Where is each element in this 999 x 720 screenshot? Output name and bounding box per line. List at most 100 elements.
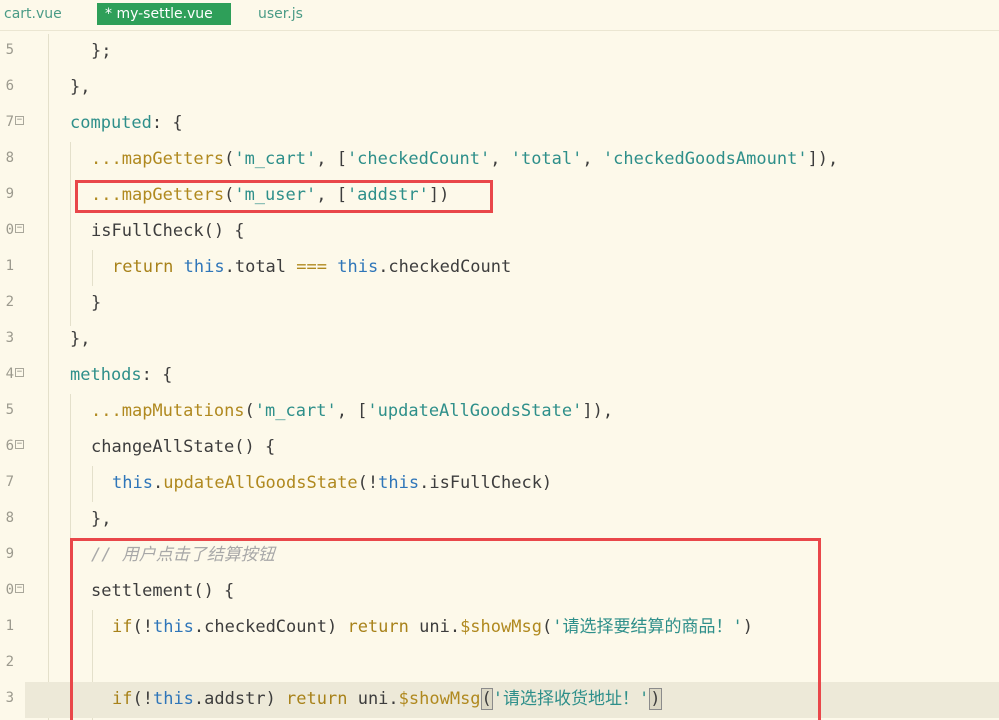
code-line[interactable]: 9 ...mapGetters('m_user', ['addstr']) — [0, 178, 999, 214]
line-number: 8 — [5, 510, 14, 526]
code-token: 'm_cart' — [254, 401, 337, 421]
code-token: mapGetters — [121, 185, 225, 205]
code-token: } — [91, 293, 102, 313]
code-editor[interactable]: 5}; 6}, 7− computed: {8 ...mapGetters('m_car… — [0, 34, 999, 720]
code-token: ]), — [582, 401, 614, 421]
code-token: , — [582, 149, 603, 169]
code-text: computed: { — [70, 112, 183, 134]
code-line[interactable]: 5 ...mapMutations('m_cart', ['updateAllGo… — [0, 394, 999, 430]
tab-my-settle-vue[interactable]: * my-settle.vue — [97, 3, 231, 25]
line-number: 6 — [5, 438, 14, 454]
code-line[interactable]: 2 — [0, 646, 999, 682]
code-token: }, — [91, 509, 112, 529]
code-token: if — [112, 617, 133, 637]
tab-user-js[interactable]: user.js — [258, 3, 303, 25]
code-token: (! — [357, 473, 379, 493]
code-token: // 用户点击了结算按钮 — [91, 545, 275, 565]
code-token: mapGetters — [121, 149, 225, 169]
fold-toggle-icon[interactable]: − — [15, 224, 24, 233]
code-text: changeAllState() { — [91, 436, 275, 458]
code-token: computed — [70, 113, 152, 133]
code-line[interactable]: 3 if(!this.addstr) return uni.$showMsg('请… — [6, 682, 999, 718]
code-token: ]) — [428, 185, 450, 205]
code-token: }, — [70, 77, 91, 97]
code-line[interactable]: 7 this.updateAllGoodsState(!this.isFullCh… — [0, 466, 999, 502]
line-number: 1 — [5, 258, 14, 274]
code-token: .isFullCheck) — [419, 473, 553, 493]
fold-toggle-icon[interactable]: − — [15, 440, 24, 449]
code-token: , — [490, 149, 511, 169]
code-token: . — [152, 473, 164, 493]
code-token: .checkedCount) — [193, 617, 348, 637]
code-token: }; — [91, 41, 112, 61]
code-text: }, — [91, 508, 111, 530]
code-token: this — [112, 473, 153, 493]
line-number: 7 — [5, 114, 14, 130]
code-token: 'checkedCount' — [346, 149, 491, 169]
code-token: === — [296, 257, 327, 277]
line-number: 6 — [5, 78, 14, 94]
code-text: } — [91, 292, 101, 314]
code-token: updateAllGoodsState — [163, 473, 358, 493]
code-text: ...mapGetters('m_cart', ['checkedCount',… — [91, 148, 838, 170]
code-text: settlement() { — [91, 580, 234, 602]
line-number: 9 — [5, 546, 14, 562]
code-line[interactable]: 0− settlement() { — [0, 574, 999, 610]
code-token: ]), — [807, 149, 839, 169]
tab-cart-vue[interactable]: cart.vue — [4, 3, 62, 25]
line-number: 7 — [5, 474, 14, 490]
line-number: 4 — [5, 366, 14, 382]
line-number: 8 — [5, 150, 14, 166]
code-token: , [ — [316, 149, 347, 169]
code-line[interactable]: 8 ...mapGetters('m_cart', ['checkedCount'… — [0, 142, 999, 178]
line-number: 5 — [5, 402, 14, 418]
code-token: this — [378, 473, 420, 493]
code-line[interactable]: 2} — [0, 286, 999, 322]
code-line[interactable]: 0− isFullCheck() { — [0, 214, 999, 250]
code-line[interactable]: 1 return this.total === this.checkedCount — [0, 250, 999, 286]
code-token: return — [286, 689, 348, 709]
code-line[interactable]: 6− changeAllState() { — [0, 430, 999, 466]
code-text: if(!this.checkedCount) return uni.$showM… — [112, 616, 753, 638]
line-number: 0 — [5, 582, 14, 598]
code-line[interactable]: 9 // 用户点击了结算按钮 — [0, 538, 999, 574]
code-token: settlement() { — [91, 581, 235, 601]
code-token: .checkedCount — [378, 257, 512, 277]
code-token: uni. — [347, 689, 399, 709]
code-token: 'm_user' — [234, 185, 317, 205]
line-number: 3 — [5, 690, 14, 706]
code-text: return this.total === this.checkedCount — [112, 256, 511, 278]
code-token: ... — [91, 401, 122, 421]
code-line[interactable]: 8}, — [0, 502, 999, 538]
fold-toggle-icon[interactable]: − — [15, 584, 24, 593]
code-token: 'updateAllGoodsState' — [367, 401, 583, 421]
code-line[interactable]: 7− computed: { — [0, 106, 999, 142]
line-number: 1 — [5, 618, 14, 634]
code-token: ) — [649, 688, 662, 710]
code-token: '请选择收货地址！' — [492, 689, 650, 709]
editor-tab-bar: cart.vue * my-settle.vue user.js — [0, 0, 999, 31]
code-text: ...mapGetters('m_user', ['addstr']) — [91, 184, 449, 206]
code-token: uni. — [408, 617, 461, 637]
code-line[interactable]: 3}, — [0, 322, 999, 358]
code-token: this — [152, 689, 194, 709]
fold-toggle-icon[interactable]: − — [15, 116, 24, 125]
code-text: this.updateAllGoodsState(!this.isFullChe… — [112, 472, 552, 494]
fold-toggle-icon[interactable]: − — [15, 368, 24, 377]
code-token: return — [112, 257, 184, 277]
line-number: 9 — [5, 186, 14, 202]
code-token: .addstr) — [193, 689, 287, 709]
code-token: $showMsg — [398, 689, 481, 709]
code-text: // 用户点击了结算按钮 — [91, 544, 275, 566]
code-token: '请选择要结算的商品！' — [552, 617, 743, 637]
code-line[interactable]: 6}, — [0, 70, 999, 106]
code-token: methods — [70, 365, 142, 385]
line-number: 3 — [5, 330, 14, 346]
code-text: if(!this.addstr) return uni.$showMsg('请选… — [112, 688, 662, 710]
code-text: }, — [70, 76, 90, 98]
code-token: ) — [742, 617, 753, 637]
code-line[interactable]: 1 if(!this.checkedCount) return uni.$show… — [0, 610, 999, 646]
code-line[interactable]: 4− methods: { — [0, 358, 999, 394]
code-token: ( — [480, 688, 493, 710]
code-line[interactable]: 5}; — [0, 34, 999, 70]
